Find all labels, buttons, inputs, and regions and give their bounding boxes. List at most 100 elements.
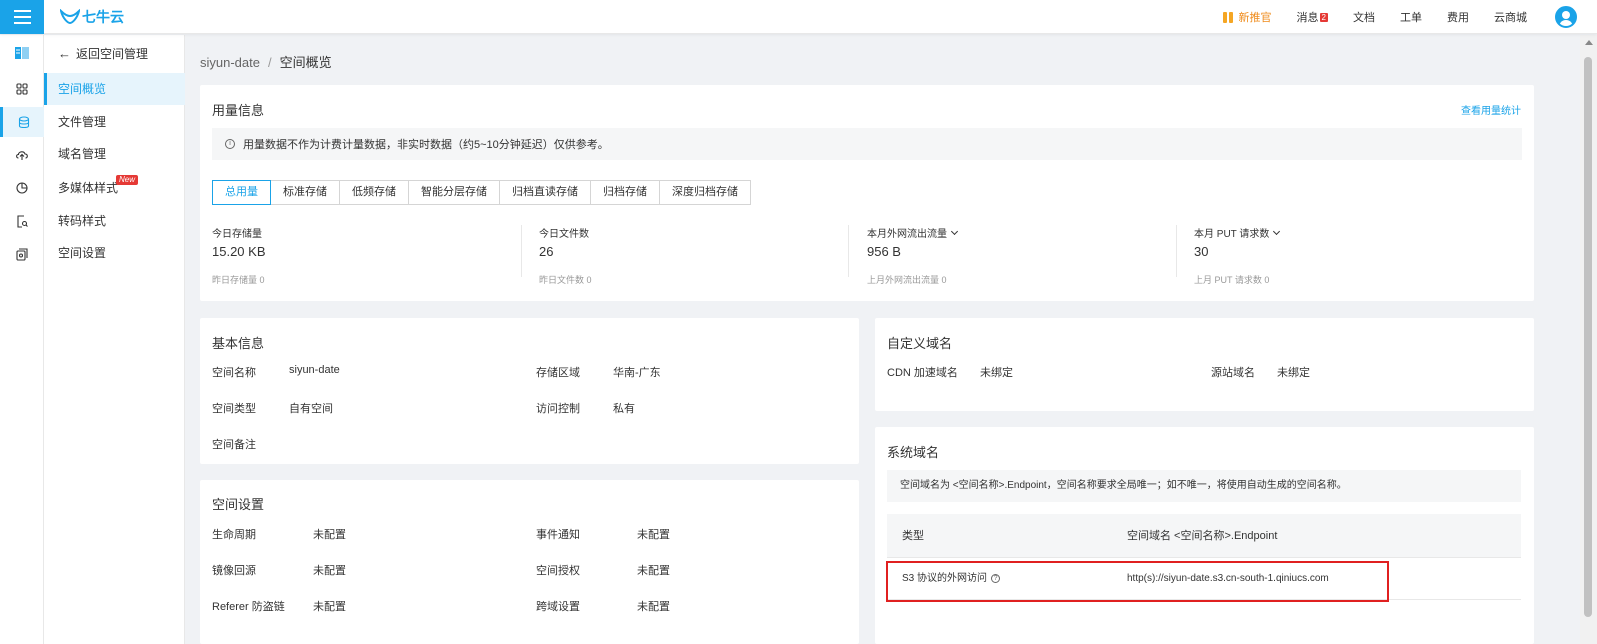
- breadcrumb-current: 空间概览: [279, 55, 332, 70]
- kodo-brand-icon[interactable]: [0, 38, 44, 68]
- bucket-name-value: siyun-date: [289, 364, 340, 376]
- mirror-origin-value[interactable]: 未配置: [313, 562, 346, 578]
- scrollbar-thumb[interactable]: [1584, 57, 1592, 617]
- stat-label: 今日存储量: [212, 229, 262, 240]
- origin-domain-label: 源站域名: [1211, 367, 1255, 379]
- stat-previous: 上月外网流出流量 0: [867, 275, 947, 285]
- bucket-sidebar: ← 返回空间管理 空间概览 文件管理 域名管理 多媒体样式 New 转码样式 空…: [44, 35, 185, 644]
- file-search-icon[interactable]: [0, 206, 44, 236]
- column-header-domain: 空间域名 <空间名称>.Endpoint: [1127, 530, 1278, 542]
- tab-intelligent-tiering[interactable]: 智能分层存储: [408, 180, 500, 205]
- event-notify-value[interactable]: 未配置: [637, 526, 670, 542]
- stat-storage: 今日存储量 15.20 KB 昨日存储量 0: [212, 225, 512, 285]
- stat-label: 本月外网流出流量: [867, 225, 1167, 240]
- cdn-domain-value[interactable]: 未绑定: [980, 364, 1013, 380]
- stat-label-text: 本月 PUT 请求数: [1194, 229, 1270, 240]
- bucket-name-label: 空间名称: [212, 367, 256, 379]
- basic-info-title: 基本信息: [212, 336, 265, 351]
- pie-chart-icon[interactable]: [0, 173, 44, 203]
- ticket-link[interactable]: 工单: [1400, 9, 1422, 25]
- messages-link[interactable]: 消息 2: [1297, 9, 1328, 25]
- user-avatar[interactable]: [1555, 6, 1577, 28]
- row-domain[interactable]: http(s)://siyun-date.s3.cn-south-1.qiniu…: [1127, 558, 1329, 600]
- page-scrollbar[interactable]: [1580, 35, 1597, 644]
- mirror-origin-label: 镜像回源: [212, 565, 256, 577]
- qiniu-logo[interactable]: 七牛云: [60, 6, 124, 28]
- stat-label: 今日文件数: [539, 229, 589, 240]
- system-domain-notice: 空间域名为 <空间名称>.Endpoint，空间名称要求全局唯一；如不唯一，将使…: [887, 470, 1521, 502]
- stat-previous: 昨日文件数 0: [539, 275, 592, 285]
- stat-value: 30: [1194, 244, 1209, 259]
- cors-label: 跨域设置: [536, 601, 580, 613]
- hamburger-menu-icon[interactable]: [0, 0, 44, 34]
- product-icon-rail: [0, 35, 44, 644]
- breadcrumb-bucket[interactable]: siyun-date: [200, 55, 260, 70]
- system-domain-table: 类型 空间域名 <空间名称>.Endpoint S3 协议的外网访问? http…: [887, 514, 1521, 600]
- sidebar-item-bucket-settings[interactable]: 空间设置: [44, 237, 185, 269]
- access-control-value: 私有: [613, 403, 635, 415]
- bucket-remark-label: 空间备注: [212, 439, 256, 451]
- divider: [1176, 225, 1177, 277]
- cloud-upload-icon[interactable]: [0, 140, 44, 170]
- back-to-buckets-link[interactable]: ← 返回空间管理: [58, 45, 148, 62]
- storage-class-tabs: 总用量 标准存储 低频存储 智能分层存储 归档直读存储 归档存储 深度归档存储: [212, 180, 751, 205]
- tab-infrequent[interactable]: 低频存储: [339, 180, 409, 205]
- docs-link[interactable]: 文档: [1353, 9, 1375, 25]
- promo-link[interactable]: 新推官: [1222, 9, 1272, 25]
- stat-previous: 昨日存储量 0: [212, 275, 265, 285]
- tab-archive[interactable]: 归档存储: [590, 180, 660, 205]
- table-header: 类型 空间域名 <空间名称>.Endpoint: [887, 514, 1521, 558]
- custom-domain-card: 自定义域名 CDN 加速域名 未绑定 源站域名 未绑定: [875, 318, 1534, 411]
- sidebar-item-files[interactable]: 文件管理: [44, 106, 185, 138]
- stat-outbound-traffic: 本月外网流出流量 956 B 上月外网流出流量 0: [867, 225, 1167, 285]
- view-usage-stats-link[interactable]: 查看用量统计: [1461, 102, 1521, 117]
- system-domain-title: 系统域名: [887, 445, 940, 460]
- referer-label: Referer 防盗链: [212, 601, 285, 613]
- database-icon[interactable]: [0, 107, 44, 137]
- new-badge: New: [116, 175, 139, 185]
- stat-put-requests: 本月 PUT 请求数 30 上月 PUT 请求数 0: [1194, 225, 1494, 285]
- bucket-type-label: 空间类型: [212, 403, 256, 415]
- basic-info-card: 基本信息 空间名称 siyun-date 存储区域 华南-广东 空间类型 自有空…: [200, 318, 859, 464]
- tab-archive-ir[interactable]: 归档直读存储: [499, 180, 591, 205]
- tab-standard[interactable]: 标准存储: [270, 180, 340, 205]
- origin-domain-value[interactable]: 未绑定: [1277, 364, 1310, 380]
- usage-card: 用量信息 查看用量统计 i 用量数据不作为计费计量数据，非实时数据（约5~10分…: [200, 85, 1534, 301]
- bucket-settings-title: 空间设置: [212, 497, 265, 512]
- scroll-up-arrow-icon[interactable]: [1585, 40, 1593, 45]
- chevron-down-icon[interactable]: [1273, 227, 1281, 235]
- stat-value: 26: [539, 244, 554, 259]
- help-icon[interactable]: ?: [991, 573, 1001, 583]
- stat-previous: 上月 PUT 请求数 0: [1194, 275, 1270, 285]
- marketplace-link[interactable]: 云商城: [1494, 9, 1527, 25]
- lifecycle-value[interactable]: 未配置: [313, 526, 346, 542]
- usage-notice-text: 用量数据不作为计费计量数据，非实时数据（约5~10分钟延迟）仅供参考。: [243, 139, 609, 151]
- tab-total[interactable]: 总用量: [212, 180, 271, 205]
- usage-title: 用量信息: [212, 103, 265, 118]
- breadcrumb: siyun-date / 空间概览: [200, 52, 332, 71]
- qiniu-logo-icon: [60, 9, 80, 25]
- sidebar-item-overview[interactable]: 空间概览: [44, 73, 185, 105]
- billing-link[interactable]: 费用: [1447, 9, 1469, 25]
- sidebar-item-media-styles[interactable]: 多媒体样式 New: [44, 172, 185, 204]
- cors-value[interactable]: 未配置: [637, 598, 670, 614]
- system-domain-card: 系统域名 空间域名为 <空间名称>.Endpoint，空间名称要求全局唯一；如不…: [875, 427, 1534, 644]
- region-label: 存储区域: [536, 367, 580, 379]
- settings-doc-icon[interactable]: [0, 239, 44, 269]
- stat-value: 956 B: [867, 244, 901, 259]
- referer-value[interactable]: 未配置: [313, 598, 346, 614]
- tab-deep-archive[interactable]: 深度归档存储: [659, 180, 751, 205]
- sidebar-item-domains[interactable]: 域名管理: [44, 138, 185, 170]
- chevron-down-icon[interactable]: [950, 227, 959, 235]
- bucket-settings-card: 空间设置 生命周期 未配置 事件通知 未配置 镜像回源 未配置 空间授权 未配置…: [200, 480, 859, 644]
- bucket-type-value: 自有空间: [289, 403, 333, 415]
- stat-file-count: 今日文件数 26 昨日文件数 0: [539, 225, 839, 285]
- promo-label: 新推官: [1238, 12, 1272, 24]
- info-icon: i: [225, 139, 235, 149]
- bucket-auth-value[interactable]: 未配置: [637, 562, 670, 578]
- grid-icon[interactable]: [0, 74, 44, 104]
- top-bar: 七牛云 新推官 消息 2 文档 工单 费用 云商城: [0, 0, 1597, 34]
- sidebar-item-transcode-styles[interactable]: 转码样式: [44, 205, 185, 237]
- logo-text: 七牛云: [82, 9, 124, 25]
- stat-label-text: 本月外网流出流量: [867, 229, 947, 240]
